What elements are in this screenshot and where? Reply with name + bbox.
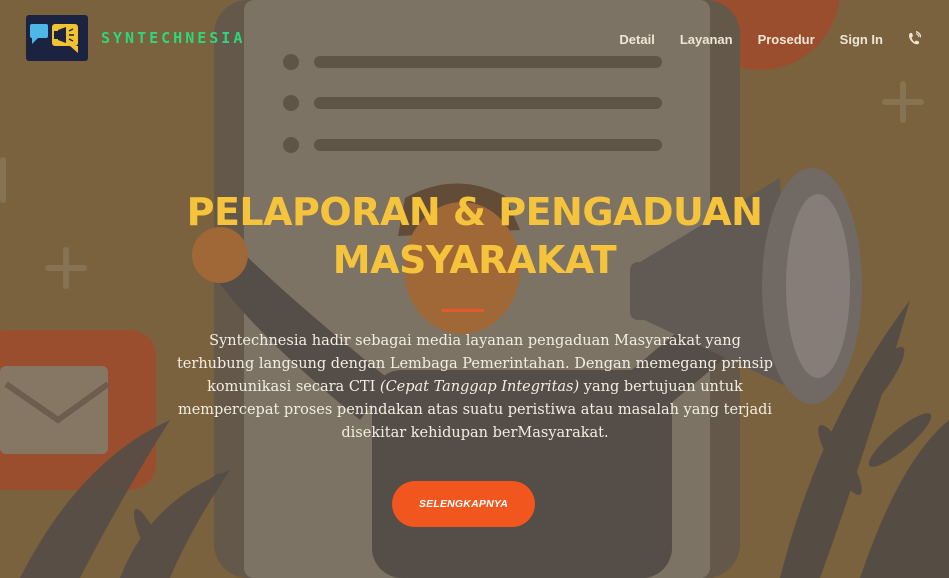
nav-item-layanan[interactable]: Layanan (680, 32, 733, 47)
hero-title: PELAPORAN & PENGADUAN MASYARAKAT (0, 188, 949, 284)
nav-item-sign-in[interactable]: Sign In (840, 32, 883, 47)
hero-description-italic: (Cepat Tanggap Integritas) (379, 379, 580, 395)
hero-title-line2: MASYARAKAT (332, 238, 617, 282)
nav-item-prosedur[interactable]: Prosedur (758, 32, 815, 47)
hero-title-line1: PELAPORAN & PENGADUAN (186, 190, 763, 234)
brand-link[interactable]: SYNTECHNESIA (26, 15, 245, 61)
nav-menu: Detail Layanan Prosedur Sign In (594, 30, 922, 47)
megaphone-chat-icon (26, 15, 88, 61)
phone-ringing-icon[interactable] (907, 30, 922, 47)
selengkapnya-button[interactable]: SELENGKAPNYA (392, 481, 535, 527)
brand-name: SYNTECHNESIA (101, 29, 246, 47)
hero-description: Syntechnesia hadir sebagai media layanan… (170, 330, 780, 445)
nav-item-detail[interactable]: Detail (619, 32, 654, 47)
hero-section: PELAPORAN & PENGADUAN MASYARAKAT Syntech… (0, 0, 949, 578)
title-divider (442, 309, 484, 312)
top-navbar: SYNTECHNESIA Detail Layanan Prosedur Sig… (0, 0, 949, 78)
